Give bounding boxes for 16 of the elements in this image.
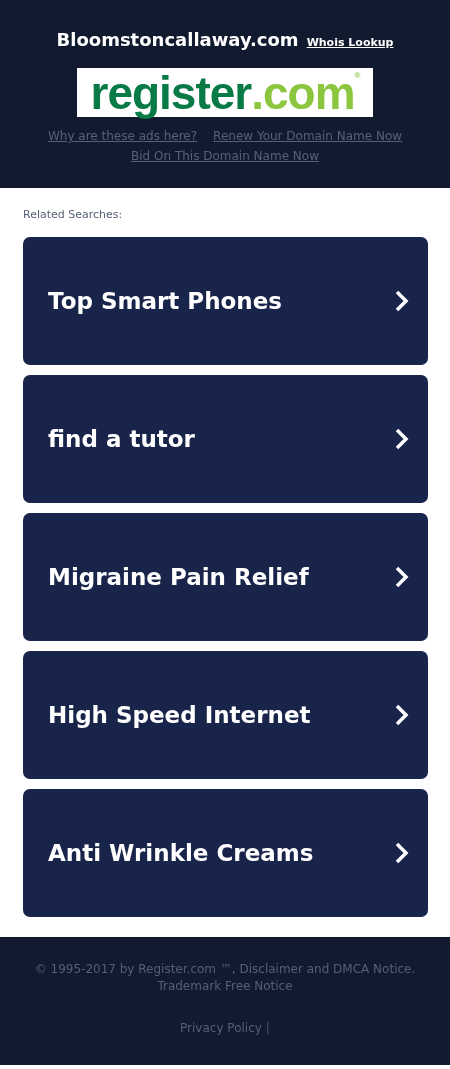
search-link[interactable]: Top Smart Phones [23,237,428,365]
chevron-right-icon [394,842,410,864]
domain-title: Bloomstoncallaway.com [56,29,299,50]
chevron-right-icon [394,428,410,450]
search-link[interactable]: Anti Wrinkle Creams [23,789,428,917]
copyright-text: © 1995-2017 by Register.com ™, Disclaimer and DMCA Notice. Trademark Free Notice [33,961,417,995]
chevron-right-icon [394,290,410,312]
search-link[interactable]: find a tutor [23,375,428,503]
logo: register.com$^{®}$ [77,68,373,117]
chevron-right-icon [394,704,410,726]
separator: | [265,1021,270,1035]
section-title: Related Searches: [23,208,124,221]
search-link[interactable]: High Speed Internet [23,651,428,779]
whois-link[interactable]: Whois Lookup [306,36,394,49]
chevron-right-icon [394,566,410,588]
search-link[interactable]: Migraine Pain Relief [23,513,428,641]
